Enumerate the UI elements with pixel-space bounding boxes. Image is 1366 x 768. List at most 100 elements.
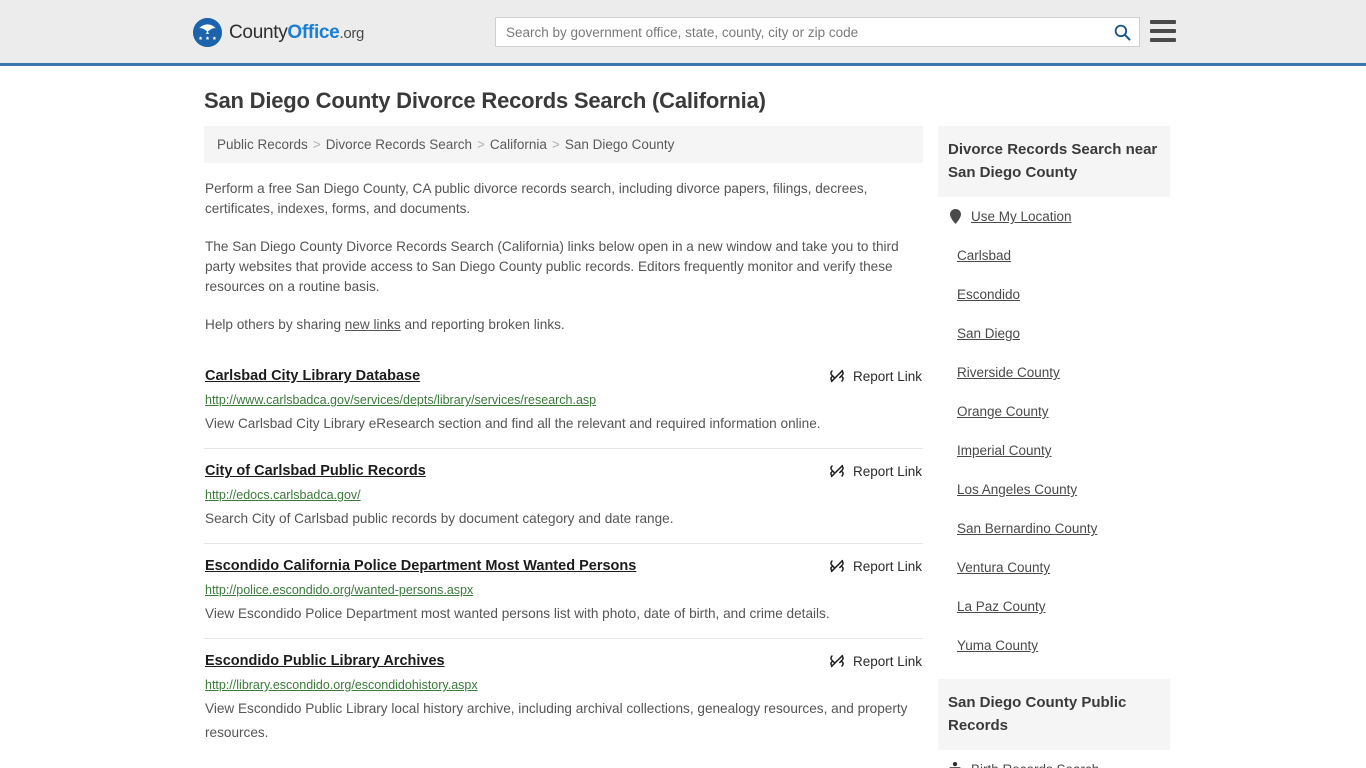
sidebar-item-imperial-county[interactable]: Imperial County — [948, 431, 1160, 470]
breadcrumb: Public Records > Divorce Records Search > Ca… — [204, 126, 923, 163]
report-link-button[interactable]: Report Link — [829, 462, 922, 479]
sidebar-item-label: San Bernardino County — [957, 521, 1098, 536]
breadcrumb-item-public-records[interactable]: Public Records — [217, 137, 308, 152]
intro-paragraph-1: Perform a free San Diego County, CA publ… — [205, 181, 868, 216]
sidebar-public-records-list: Birth Records Search Death Records Searc… — [938, 750, 1170, 768]
logo-text-org: .org — [339, 24, 365, 42]
sidebar-item-label: Los Angeles County — [957, 482, 1078, 497]
sidebar-item-label: Escondido — [957, 287, 1021, 302]
result-list: Carlsbad City Library Database Report Li… — [204, 355, 923, 757]
sidebar-item-orange-county[interactable]: Orange County — [948, 392, 1160, 431]
new-links-link[interactable]: new links — [345, 317, 401, 332]
sidebar-nearby-heading: Divorce Records Search near San Diego Co… — [938, 126, 1170, 197]
report-link-label: Report Link — [852, 368, 922, 384]
sidebar-item-label: Ventura County — [957, 560, 1051, 575]
sidebar-item-los-angeles-county[interactable]: Los Angeles County — [948, 470, 1160, 509]
sidebar-item-label: Yuma County — [957, 638, 1039, 653]
county-office-eagle-seal-icon — [193, 18, 222, 47]
sidebar-nearby-list: Use My Location Carlsbad Escondido San D… — [938, 197, 1170, 665]
intro-text: Perform a free San Diego County, CA publ… — [204, 179, 923, 335]
breadcrumb-separator-1: > — [312, 137, 321, 152]
result-description: View Escondido Public Library local hist… — [205, 701, 908, 740]
sidebar-item-label: Birth Records Search — [971, 761, 1099, 768]
intro-paragraph-3-after: and reporting broken links. — [400, 317, 565, 332]
breadcrumb-separator-2: > — [477, 137, 485, 152]
sidebar-item-label: San Diego — [957, 326, 1021, 341]
sidebar-public-records-heading: San Diego County Public Records — [938, 679, 1170, 750]
report-link-label: Report Link — [852, 558, 922, 574]
sidebar-item-la-paz-county[interactable]: La Paz County — [948, 587, 1160, 626]
report-link-label: Report Link — [852, 463, 922, 479]
report-link-label: Report Link — [852, 653, 922, 669]
result-title-link[interactable]: Escondido California Police Department M… — [205, 557, 650, 575]
sidebar: Divorce Records Search near San Diego Co… — [938, 126, 1170, 768]
sidebar-item-label: Riverside County — [957, 365, 1060, 380]
sidebar-item-san-diego[interactable]: San Diego — [948, 314, 1160, 353]
result-url[interactable]: http://library.escondido.org/escondidohi… — [205, 677, 922, 693]
result-url[interactable]: http://www.carlsbadca.gov/services/depts… — [205, 392, 922, 408]
broken-link-icon — [830, 559, 844, 573]
result-header: Escondido California Police Department M… — [205, 557, 922, 575]
site-logo-text: CountyOffice.org — [229, 22, 364, 44]
report-link-button[interactable]: Report Link — [829, 557, 922, 574]
breadcrumb-item-san-diego-county: San Diego County — [564, 137, 675, 152]
sidebar-item-escondido[interactable]: Escondido — [948, 275, 1160, 314]
search-input[interactable] — [496, 18, 1105, 46]
intro-paragraph-3: Help others by sharing new links and rep… — [205, 315, 922, 335]
baby-icon — [948, 762, 962, 768]
result-item: Carlsbad City Library Database Report Li… — [204, 355, 923, 448]
sidebar-item-label: La Paz County — [957, 599, 1046, 614]
sidebar-item-label: Orange County — [957, 404, 1049, 419]
result-header: Escondido Public Library Archives Report… — [205, 652, 922, 670]
sidebar-item-san-bernardino-county[interactable]: San Bernardino County — [948, 509, 1160, 548]
sidebar-item-riverside-county[interactable]: Riverside County — [948, 353, 1160, 392]
report-link-button[interactable]: Report Link — [829, 652, 922, 669]
broken-link-icon — [830, 654, 844, 668]
result-title-link[interactable]: Escondido Public Library Archives — [205, 652, 459, 670]
result-description: Search City of Carlsbad public records b… — [205, 511, 674, 526]
sidebar-item-birth-records-search[interactable]: Birth Records Search — [948, 750, 1160, 768]
logo-text-office: Office — [287, 21, 340, 43]
hamburger-menu-icon[interactable] — [1150, 20, 1176, 42]
result-item: Escondido California Police Department M… — [204, 543, 923, 638]
map-pin-icon — [948, 209, 962, 224]
main-content-column: Public Records > Divorce Records Search > Ca… — [204, 126, 923, 757]
sidebar-item-carlsbad[interactable]: Carlsbad — [948, 236, 1160, 275]
result-header: Carlsbad City Library Database Report Li… — [205, 367, 922, 385]
breadcrumb-item-divorce-records-search[interactable]: Divorce Records Search — [326, 137, 472, 152]
logo-text-county: County — [229, 21, 288, 43]
sidebar-public-records-box: San Diego County Public Records Birth Re… — [938, 679, 1170, 768]
breadcrumb-item-california[interactable]: California — [490, 137, 547, 152]
sidebar-item-use-my-location[interactable]: Use My Location — [948, 197, 1160, 236]
result-item: City of Carlsbad Public Records Report L… — [204, 448, 923, 543]
search-button[interactable] — [1105, 18, 1139, 46]
site-logo[interactable]: CountyOffice.org — [193, 18, 364, 47]
sidebar-item-label: Carlsbad — [957, 248, 1012, 263]
menu-bar-2 — [1150, 29, 1176, 33]
menu-bar-1 — [1150, 20, 1176, 24]
search-bar[interactable] — [495, 17, 1140, 47]
sidebar-item-label: Imperial County — [957, 443, 1052, 458]
page-title: San Diego County Divorce Records Search … — [204, 88, 766, 113]
breadcrumb-separator-3: > — [551, 137, 560, 152]
site-header: CountyOffice.org — [0, 0, 1366, 66]
report-link-button[interactable]: Report Link — [829, 367, 922, 384]
broken-link-icon — [830, 369, 844, 383]
result-header: City of Carlsbad Public Records Report L… — [205, 462, 922, 480]
broken-link-icon — [830, 464, 844, 478]
result-url[interactable]: http://police.escondido.org/wanted-perso… — [205, 582, 922, 598]
result-description: View Carlsbad City Library eResearch sec… — [205, 416, 821, 431]
search-icon — [1114, 24, 1130, 40]
intro-paragraph-3-before: Help others by sharing — [205, 317, 345, 332]
sidebar-nearby-box: Divorce Records Search near San Diego Co… — [938, 126, 1170, 665]
result-item: Escondido Public Library Archives Report… — [204, 638, 923, 757]
sidebar-item-label: Use My Location — [971, 209, 1072, 224]
intro-paragraph-2: The San Diego County Divorce Records Sea… — [205, 239, 899, 294]
menu-bar-3 — [1150, 38, 1176, 42]
result-description: View Escondido Police Department most wa… — [205, 606, 830, 621]
result-url[interactable]: http://edocs.carlsbadca.gov/ — [205, 487, 922, 503]
sidebar-item-ventura-county[interactable]: Ventura County — [948, 548, 1160, 587]
result-title-link[interactable]: Carlsbad City Library Database — [205, 367, 434, 385]
result-title-link[interactable]: City of Carlsbad Public Records — [205, 462, 440, 480]
sidebar-item-yuma-county[interactable]: Yuma County — [948, 626, 1160, 665]
